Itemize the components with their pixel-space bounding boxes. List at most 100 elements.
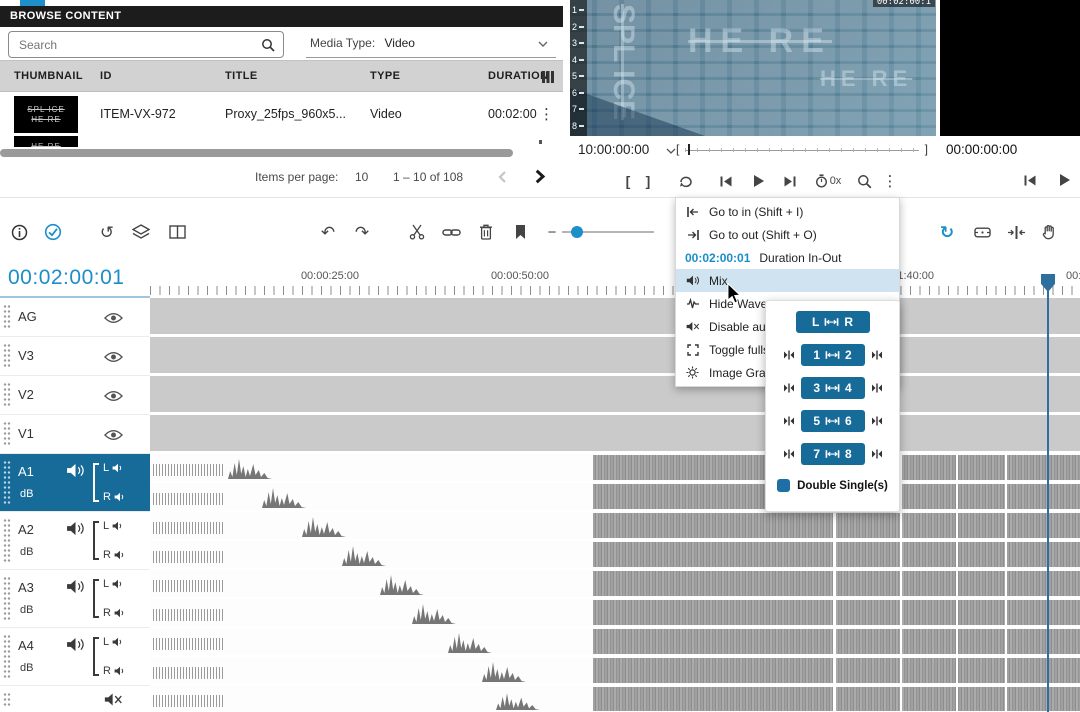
audio-track-content[interactable]	[150, 628, 1080, 684]
player-more-icon[interactable]: ⋮	[880, 171, 900, 191]
track-drag-handle[interactable]	[3, 576, 11, 621]
link-clips-icon[interactable]	[440, 221, 462, 243]
audio-lane-right[interactable]	[150, 599, 1080, 626]
track-drag-handle[interactable]	[3, 343, 11, 369]
scrub-out-bracket[interactable]: ]	[925, 142, 928, 156]
pair-mix-button-7-8[interactable]: 7 8	[801, 443, 865, 465]
scrub-playhead[interactable]	[688, 144, 690, 155]
video-track-content[interactable]	[150, 376, 1080, 412]
track-drag-handle[interactable]	[3, 304, 11, 330]
speaker-icon[interactable]	[66, 463, 85, 478]
search-input[interactable]	[8, 31, 284, 58]
merge-icon[interactable]	[871, 383, 883, 393]
razor-tool-icon[interactable]	[971, 221, 993, 243]
media-type-select[interactable]: Media Type: Video	[306, 30, 556, 58]
channel-left[interactable]: L	[103, 462, 124, 474]
merge-icon[interactable]	[783, 383, 795, 393]
channel-left[interactable]: L	[103, 520, 124, 532]
history-reset-icon[interactable]: ↺	[96, 221, 118, 243]
video-track-content[interactable]	[150, 337, 1080, 373]
timecode-dropdown-icon[interactable]	[666, 148, 676, 154]
channel-left[interactable]: L	[103, 636, 124, 648]
audio-lane-left[interactable]	[150, 454, 1080, 481]
program-play-icon[interactable]	[1054, 170, 1074, 190]
audio-segments[interactable]	[593, 600, 1080, 625]
track-drag-handle[interactable]	[3, 692, 11, 706]
audio-lane-right[interactable]	[150, 483, 1080, 510]
source-timecode[interactable]: 10:00:00:00	[578, 142, 649, 157]
audio-lane-left[interactable]	[150, 512, 1080, 539]
audio-lane-left[interactable]	[150, 686, 1080, 712]
track-header[interactable]: V1	[0, 415, 150, 454]
center-playhead-icon[interactable]	[1005, 221, 1027, 243]
partial-row-thumbnail[interactable]: HE RE	[14, 136, 78, 147]
next-page-icon[interactable]	[531, 168, 547, 185]
col-title[interactable]: TITLE	[225, 61, 258, 91]
speaker-icon[interactable]	[66, 521, 85, 536]
merge-icon[interactable]	[783, 416, 795, 426]
track-drag-handle[interactable]	[3, 460, 11, 505]
row-more-icon[interactable]: ⋮	[539, 107, 554, 122]
approve-check-icon[interactable]	[42, 221, 64, 243]
next-frame-icon[interactable]	[780, 171, 800, 191]
menu-item-go-to-in[interactable]: Go to in (Shift + I)	[676, 200, 899, 223]
program-prev-frame-icon[interactable]	[1020, 170, 1040, 190]
audio-track-content[interactable]	[150, 454, 1080, 510]
track-drag-handle[interactable]	[3, 421, 11, 447]
audio-segments[interactable]	[593, 542, 1080, 567]
hand-pan-icon[interactable]	[1038, 221, 1060, 243]
speaker-muted-icon[interactable]	[104, 692, 123, 707]
db-label[interactable]: dB	[20, 662, 33, 674]
track-header[interactable]: A4 dB L R	[0, 628, 150, 686]
cut-scissors-icon[interactable]	[406, 221, 428, 243]
channel-left[interactable]: L	[103, 578, 124, 590]
search-icon[interactable]	[261, 38, 275, 52]
refresh-render-icon[interactable]: ↻	[936, 221, 958, 243]
undo-icon[interactable]: ↶	[317, 221, 339, 243]
speaker-icon[interactable]	[66, 579, 85, 594]
items-per-page-value[interactable]: 10	[355, 158, 368, 196]
prev-frame-icon[interactable]	[716, 171, 736, 191]
col-thumbnail[interactable]: THUMBNAIL	[14, 61, 83, 91]
audio-segments[interactable]	[593, 629, 1080, 654]
track-drag-handle[interactable]	[3, 634, 11, 679]
channel-right[interactable]: R	[103, 607, 126, 619]
merge-icon[interactable]	[783, 449, 795, 459]
table-row[interactable]: SPL ICE HE RE ITEM-VX-972 Proxy_25fps_96…	[0, 92, 563, 136]
double-singles-checkbox[interactable]	[777, 479, 790, 492]
audio-track-content[interactable]	[150, 686, 1080, 712]
mark-out-button[interactable]: ]	[638, 171, 658, 191]
delete-trash-icon[interactable]	[475, 221, 497, 243]
merge-icon[interactable]	[871, 350, 883, 360]
zoom-slider-knob[interactable]	[571, 226, 583, 238]
col-id[interactable]: ID	[100, 61, 112, 91]
db-label[interactable]: dB	[20, 604, 33, 616]
pair-mix-button-1-2[interactable]: 1 2	[801, 344, 865, 366]
track-header[interactable]: A3 dB L R	[0, 570, 150, 628]
playhead-line[interactable]	[1047, 291, 1049, 712]
source-video-viewport[interactable]: SPL ICE HE RE HE RE 1 2 3 4 5 6 7 8 00:0…	[570, 0, 936, 136]
merge-icon[interactable]	[783, 350, 795, 360]
col-duration[interactable]: DURATION	[488, 61, 548, 91]
video-track-content[interactable]	[150, 415, 1080, 451]
track-header[interactable]: V3	[0, 337, 150, 376]
pair-mix-button-3-4[interactable]: 3 4	[801, 377, 865, 399]
horizontal-scrollbar[interactable]	[0, 149, 513, 157]
channel-right[interactable]: R	[103, 549, 126, 561]
track-header[interactable]: AG	[0, 298, 150, 337]
zoom-icon[interactable]	[854, 171, 874, 191]
source-scrub-bar[interactable]: [ ]	[676, 144, 928, 156]
track-header[interactable]: A2 dB L R	[0, 512, 150, 570]
track-drag-handle[interactable]	[3, 382, 11, 408]
channel-right[interactable]: R	[103, 665, 126, 677]
add-layer-icon[interactable]	[130, 221, 152, 243]
redo-icon[interactable]: ↷	[351, 221, 373, 243]
column-settings-icon[interactable]	[541, 70, 555, 84]
track-header-selected[interactable]: A1 dB L R	[0, 454, 150, 512]
eye-icon[interactable]	[104, 351, 123, 363]
audio-segments[interactable]	[593, 513, 1080, 538]
eye-icon[interactable]	[104, 429, 123, 441]
eye-icon[interactable]	[104, 390, 123, 402]
play-icon[interactable]	[748, 171, 768, 191]
eye-icon[interactable]	[104, 312, 123, 324]
